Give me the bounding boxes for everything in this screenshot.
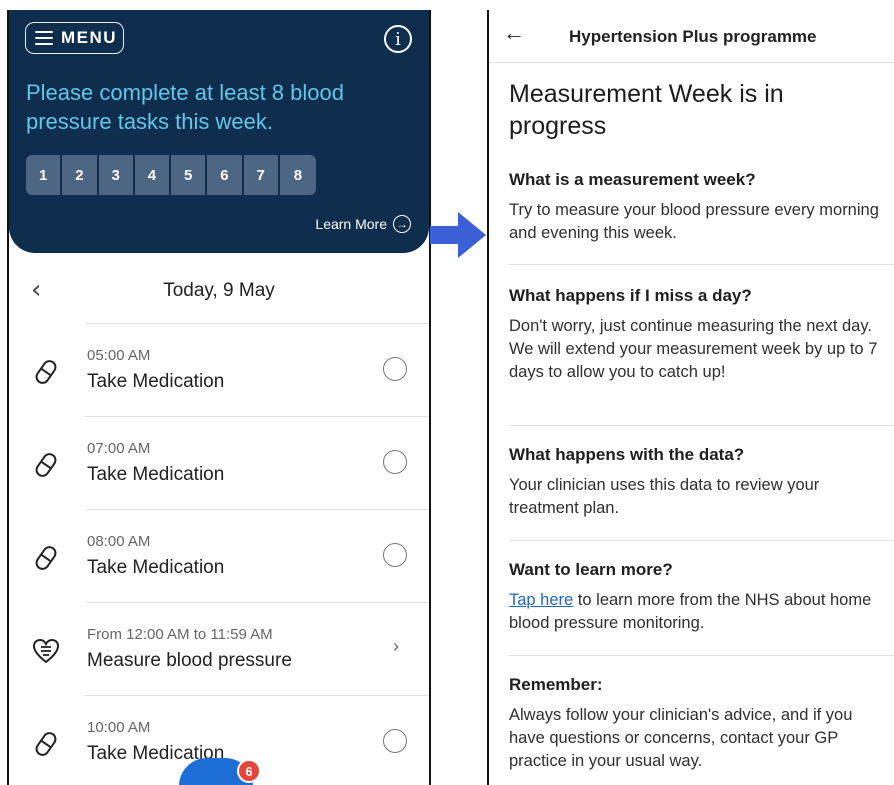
top-bar: ← Hypertension Plus programme — [489, 10, 894, 63]
hamburger-icon — [35, 31, 53, 45]
faq-question: Remember: — [509, 675, 603, 694]
row-divider — [85, 416, 429, 417]
task-name: Take Medication — [87, 371, 225, 392]
page-title: Hypertension Plus programme — [569, 27, 817, 46]
task-row[interactable]: 05:00 AM Take Medication — [9, 323, 429, 416]
faq-answer: Your clinician uses this data to review … — [509, 476, 820, 517]
task-complete-radio[interactable] — [383, 357, 407, 381]
notification-badge: 6 — [237, 759, 261, 783]
task-row[interactable]: From 12:00 AM to 11:59 AM Measure blood … — [9, 602, 429, 695]
faq-section: What is a measurement week? Try to measu… — [509, 170, 881, 245]
weekly-goal-prompt: Please complete at least 8 blood pressur… — [26, 80, 344, 134]
task-progress-cell: 7 — [244, 155, 280, 195]
task-progress-cell: 6 — [207, 155, 244, 195]
task-complete-radio[interactable] — [383, 450, 407, 474]
task-time: 10:00 AM — [87, 719, 151, 736]
heart-monitor-icon — [32, 638, 60, 664]
measurement-week-heading: Measurement Week is in progress — [509, 80, 784, 140]
task-progress-cell: 5 — [171, 155, 208, 195]
arrow-right-circle-icon: → — [393, 215, 411, 233]
pill-icon — [35, 360, 57, 384]
task-complete-radio[interactable] — [383, 729, 407, 753]
faq-section: Want to learn more? Tap here to learn mo… — [509, 560, 881, 635]
task-name: Take Medication — [87, 464, 225, 485]
left-screen: MENU i Please complete at least 8 blood … — [7, 10, 431, 785]
faq-answer: Always follow your clinician's advice, a… — [509, 706, 853, 770]
back-arrow-icon[interactable]: ← — [503, 20, 525, 46]
section-divider — [509, 425, 894, 426]
pill-icon — [35, 546, 57, 570]
learn-more-link[interactable]: Learn More → — [315, 215, 411, 233]
task-time: 05:00 AM — [87, 347, 151, 364]
date-title: Today, 9 May — [163, 280, 275, 301]
section-divider — [509, 655, 894, 656]
task-complete-radio[interactable] — [383, 543, 407, 567]
faq-question: What happens with the data? — [509, 445, 745, 464]
faq-section: Remember: Always follow your clinician's… — [509, 675, 881, 773]
task-progress-cell: 3 — [99, 155, 135, 195]
faq-section: What happens if I miss a day? Don't worr… — [509, 286, 881, 384]
faq-question: What happens if I miss a day? — [509, 286, 752, 305]
learn-more-label: Learn More — [315, 216, 387, 232]
menu-label: MENU — [61, 28, 118, 47]
transition-arrow-icon — [430, 212, 486, 258]
right-screen: ← Hypertension Plus programme Measuremen… — [487, 10, 894, 785]
row-divider — [85, 323, 429, 324]
row-divider — [85, 509, 429, 510]
task-time: 08:00 AM — [87, 533, 151, 550]
section-divider — [509, 540, 894, 541]
faq-question: What is a measurement week? — [509, 170, 756, 189]
row-divider — [85, 602, 429, 603]
section-divider — [509, 264, 894, 265]
task-name: Take Medication — [87, 557, 225, 578]
faq-question: Want to learn more? — [509, 560, 673, 579]
menu-button[interactable]: MENU — [25, 22, 124, 54]
task-progress-strip: 1 2 3 4 5 6 7 8 — [26, 155, 316, 195]
task-name: Measure blood pressure — [87, 650, 292, 671]
task-progress-cell: 1 — [26, 155, 63, 195]
task-row[interactable]: 07:00 AM Take Medication — [9, 416, 429, 509]
task-time: 07:00 AM — [87, 440, 151, 457]
weekly-goal-header: MENU i Please complete at least 8 blood … — [9, 10, 429, 253]
task-progress-cell: 4 — [135, 155, 171, 195]
faq-answer: Tap here to learn more from the NHS abou… — [509, 589, 881, 635]
date-navigator: ‹ Today, 9 May — [9, 263, 429, 323]
pill-icon — [35, 453, 57, 477]
faq-answer: Try to measure your blood pressure every… — [509, 201, 879, 242]
info-icon[interactable]: i — [384, 25, 412, 53]
task-row[interactable]: 08:00 AM Take Medication — [9, 509, 429, 602]
faq-answer: Don't worry, just continue measuring the… — [509, 317, 878, 381]
tap-here-link[interactable]: Tap here — [509, 591, 573, 609]
task-time: From 12:00 AM to 11:59 AM — [87, 626, 273, 643]
chevron-right-icon: › — [393, 636, 399, 656]
faq-section: What happens with the data? Your clinici… — [509, 445, 881, 520]
row-divider — [85, 695, 429, 696]
task-progress-cell: 2 — [62, 155, 99, 195]
pill-icon — [35, 732, 57, 756]
task-progress-cell: 8 — [293, 166, 303, 184]
